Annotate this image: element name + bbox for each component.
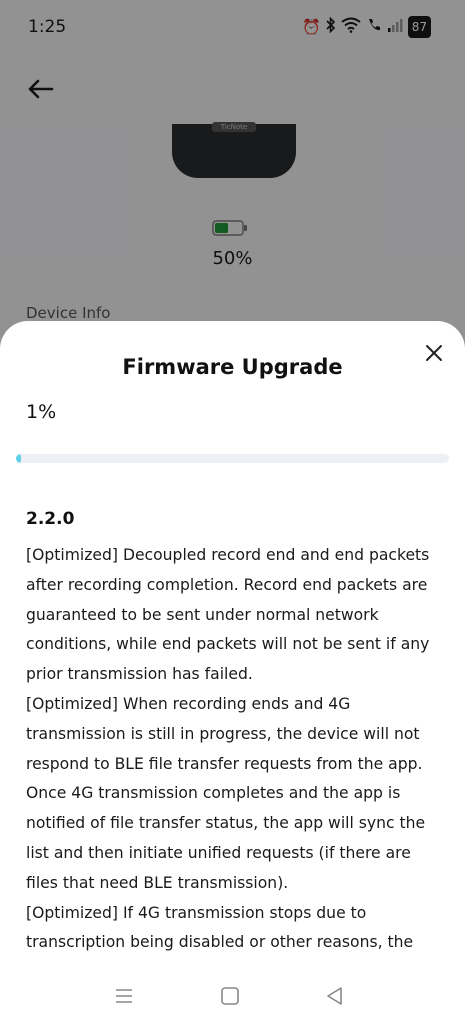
progress-fill: [16, 454, 21, 463]
firmware-upgrade-sheet: Firmware Upgrade 1% 2.2.0 [Optimized] De…: [0, 321, 465, 1024]
firmware-version: 2.2.0: [26, 509, 75, 529]
release-note: [Optimized] If 4G transmission stops due…: [26, 903, 414, 952]
menu-icon[interactable]: [112, 984, 136, 1008]
navigation-bar: [0, 972, 465, 1024]
release-note: [Optimized] Decoupled record end and end…: [26, 546, 430, 684]
release-notes: [Optimized] Decoupled record end and end…: [26, 541, 444, 958]
release-note: [Optimized] When recording ends and 4G t…: [26, 694, 426, 892]
close-button[interactable]: [420, 339, 448, 367]
home-icon[interactable]: [218, 984, 242, 1008]
close-icon: [426, 345, 442, 361]
sheet-title: Firmware Upgrade: [122, 355, 343, 379]
progress-bar: [16, 454, 449, 463]
back-icon[interactable]: [323, 984, 347, 1008]
screen: 1:25 ⏰ 87 TicNote 50% Device Info Firmwa…: [0, 0, 465, 1024]
progress-percent: 1%: [26, 401, 57, 423]
